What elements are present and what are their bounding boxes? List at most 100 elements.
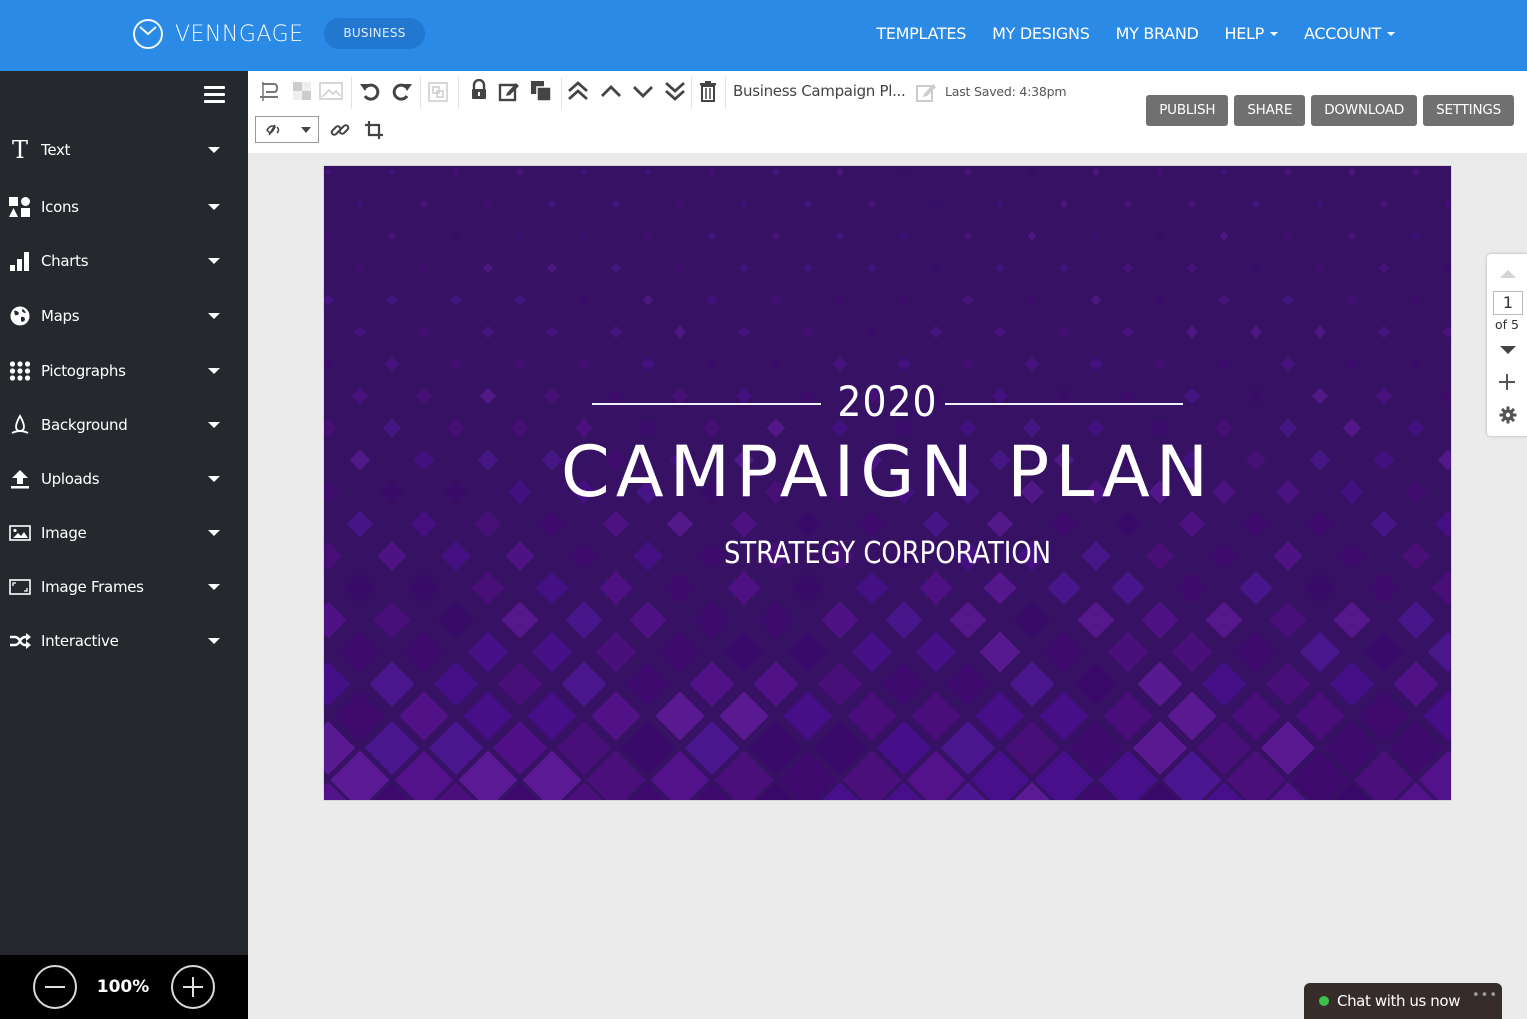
chat-label: Chat with us now	[1337, 992, 1461, 1010]
nav-my-designs-label: MY DESIGNS	[992, 24, 1090, 43]
transparency-icon[interactable]	[290, 79, 314, 103]
toolbar-divider	[691, 77, 692, 109]
toolbar-divider	[725, 77, 726, 109]
current-page-input[interactable]: 1	[1493, 291, 1523, 315]
document-actions: PUBLISH SHARE DOWNLOAD SETTINGS	[1146, 95, 1514, 126]
sidebar-item-image[interactable]: Image	[0, 513, 248, 553]
more-options-icon[interactable]: •••	[1472, 988, 1498, 1003]
sidebar-item-label: Image	[41, 524, 87, 542]
page-settings-gear-icon[interactable]	[1499, 406, 1517, 424]
replace-image-icon[interactable]	[319, 79, 343, 103]
publish-button[interactable]: PUBLISH	[1146, 95, 1229, 126]
sidebar-item-label: Image Frames	[41, 578, 144, 596]
plan-badge[interactable]: BUSINESS	[324, 18, 425, 49]
sidebar-item-icons[interactable]: Icons	[0, 187, 248, 227]
caret-down-icon	[208, 422, 220, 428]
link-icon[interactable]	[328, 118, 352, 142]
dot-grid-icon	[9, 360, 31, 382]
text-icon: T	[9, 139, 31, 161]
main-title-text[interactable]: CAMPAIGN PLAN	[324, 431, 1451, 513]
upload-icon	[9, 468, 31, 490]
sidebar-item-charts[interactable]: Charts	[0, 241, 248, 281]
rename-icon[interactable]	[914, 80, 938, 104]
caret-down-icon	[208, 368, 220, 374]
editor-toolbar: Business Campaign Pl... Last Saved: 4:38…	[248, 71, 1527, 153]
text-align-icon[interactable]	[257, 79, 281, 103]
bar-chart-icon	[9, 250, 31, 272]
page-count: of 5	[1495, 317, 1519, 332]
nav-my-brand[interactable]: MY BRAND	[1116, 24, 1199, 43]
next-page-icon[interactable]	[1500, 346, 1516, 354]
nav-help[interactable]: HELP	[1225, 24, 1279, 43]
nav-account-label: ACCOUNT	[1304, 24, 1381, 43]
nav-templates-label: TEMPLATES	[876, 24, 967, 43]
title-block: 2020 CAMPAIGN PLAN STRATEGY CORPORATION	[324, 166, 1451, 800]
svg-text:T: T	[12, 139, 28, 161]
send-backward-icon[interactable]	[631, 79, 655, 103]
zoom-out-icon[interactable]	[33, 965, 77, 1009]
caret-down-icon	[1270, 31, 1279, 36]
sidebar-item-label: Text	[41, 141, 71, 159]
shuffle-icon	[9, 630, 31, 652]
sidebar-item-text[interactable]: T Text	[0, 130, 248, 170]
sidebar-item-label: Maps	[41, 307, 80, 325]
sidebar-item-image-frames[interactable]: Image Frames	[0, 567, 248, 607]
redo-icon[interactable]	[390, 79, 414, 103]
bring-forward-icon[interactable]	[599, 79, 623, 103]
nav-my-designs[interactable]: MY DESIGNS	[992, 24, 1090, 43]
crop-icon[interactable]	[362, 118, 386, 142]
add-page-icon[interactable]	[1499, 373, 1517, 391]
send-to-back-icon[interactable]	[663, 79, 687, 103]
sidebar-item-uploads[interactable]: Uploads	[0, 459, 248, 499]
sidebar-item-label: Icons	[41, 198, 79, 216]
design-canvas[interactable]: 2020 CAMPAIGN PLAN STRATEGY CORPORATION	[323, 165, 1452, 801]
online-status-icon	[1319, 996, 1329, 1006]
delete-icon[interactable]	[696, 79, 720, 103]
subtitle-text[interactable]: STRATEGY CORPORATION	[403, 536, 1372, 571]
lock-icon[interactable]	[467, 78, 491, 102]
sidebar-item-interactive[interactable]: Interactive	[0, 621, 248, 661]
visibility-select[interactable]	[255, 116, 319, 143]
year-text[interactable]: 2020	[324, 377, 1451, 426]
sidebar-item-maps[interactable]: Maps	[0, 296, 248, 336]
brand-name: VENNGAGE	[175, 21, 304, 47]
download-button[interactable]: DOWNLOAD	[1311, 95, 1418, 126]
caret-down-icon	[208, 476, 220, 482]
document-title[interactable]: Business Campaign Pl...	[733, 82, 906, 100]
sidebar: T Text Icons Charts Maps Pictographs Bac…	[0, 71, 248, 955]
caret-down-icon	[208, 530, 220, 536]
toolbar-divider	[561, 77, 562, 109]
nav-my-brand-label: MY BRAND	[1115, 24, 1199, 43]
venngage-logo[interactable]: VENNGAGE	[132, 18, 304, 50]
page-navigator: 1 of 5	[1487, 254, 1527, 436]
settings-button[interactable]: SETTINGS	[1423, 95, 1514, 126]
shapes-icon	[9, 196, 31, 218]
caret-down-icon	[208, 313, 220, 319]
nav-templates[interactable]: TEMPLATES	[876, 24, 966, 43]
caret-down-icon	[208, 204, 220, 210]
share-button[interactable]: SHARE	[1234, 95, 1306, 126]
nav-account[interactable]: ACCOUNT	[1304, 24, 1395, 43]
sidebar-item-pictographs[interactable]: Pictographs	[0, 351, 248, 391]
globe-icon	[9, 305, 31, 327]
caret-down-icon	[1387, 31, 1395, 36]
top-navigation-bar: VENNGAGE BUSINESS TEMPLATES MY DESIGNS M…	[0, 0, 1527, 71]
image-icon	[9, 522, 31, 544]
duplicate-icon[interactable]	[529, 79, 553, 103]
zoom-in-icon[interactable]	[171, 965, 215, 1009]
group-icon[interactable]	[426, 80, 450, 104]
caret-down-icon	[208, 584, 220, 590]
toolbar-divider	[458, 77, 459, 109]
bring-to-front-icon[interactable]	[566, 79, 590, 103]
sidebar-item-background[interactable]: Background	[0, 405, 248, 445]
caret-down-icon	[208, 638, 220, 644]
sidebar-item-label: Background	[41, 416, 128, 434]
previous-page-icon[interactable]	[1500, 270, 1516, 278]
edit-icon[interactable]	[497, 79, 521, 103]
undo-icon[interactable]	[358, 79, 382, 103]
chat-widget[interactable]: Chat with us now •••	[1304, 983, 1502, 1019]
hamburger-icon[interactable]	[204, 86, 225, 104]
visibility-icon	[266, 124, 280, 136]
sidebar-item-label: Uploads	[41, 470, 100, 488]
toolbar-divider	[420, 77, 421, 109]
